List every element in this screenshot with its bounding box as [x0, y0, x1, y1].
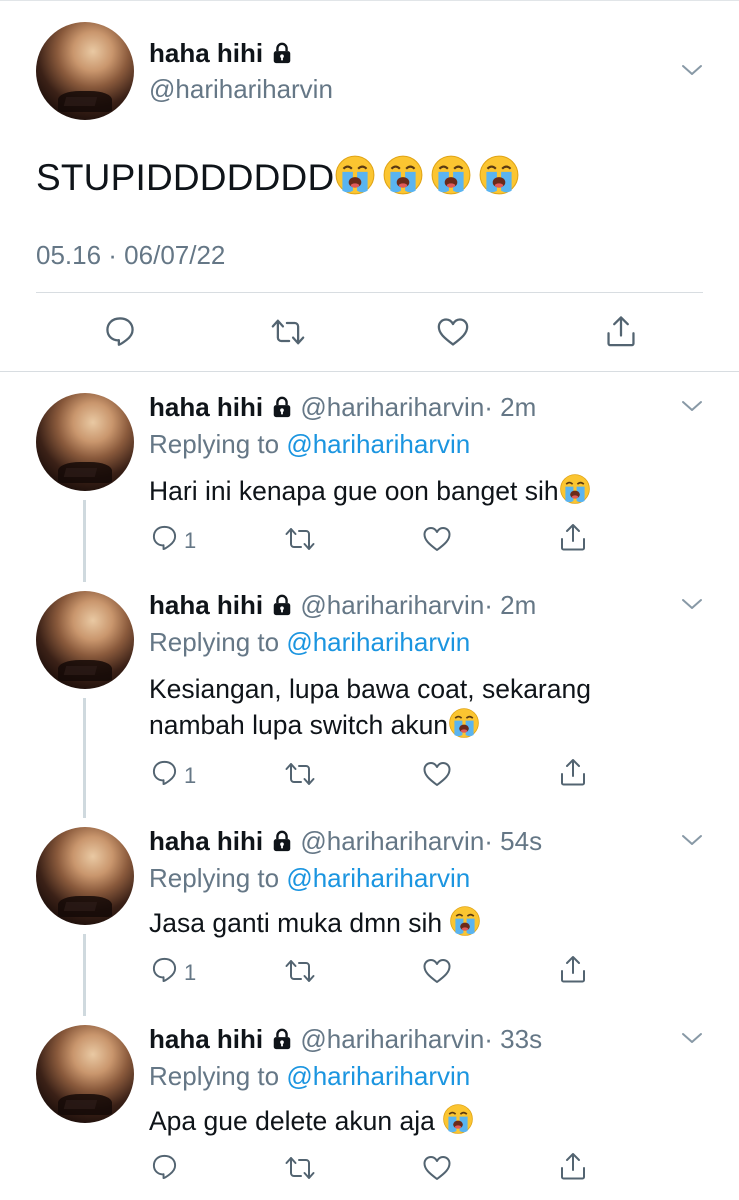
chevron-down-icon[interactable] — [680, 828, 704, 852]
reply-text: Kesiangan, lupa bawa coat, sekarang namb… — [149, 671, 591, 748]
mention-link[interactable]: @harihariharvin — [286, 1061, 470, 1091]
avatar[interactable] — [36, 393, 134, 491]
share-icon[interactable] — [559, 954, 587, 984]
reply-icon[interactable] — [151, 956, 178, 983]
reply-text-line: nambah lupa switch akun — [149, 710, 449, 740]
author-name[interactable]: haha hihi — [149, 38, 293, 71]
divider — [36, 292, 703, 293]
share-icon[interactable] — [559, 522, 587, 552]
replying-to: Replying to @harihariharvin — [149, 627, 471, 657]
reply-count: 1 — [184, 960, 197, 985]
replying-to: Replying to @harihariharvin — [149, 863, 471, 893]
crying-emoji — [442, 1103, 474, 1144]
avatar[interactable] — [36, 827, 134, 925]
chevron-down-icon[interactable] — [680, 58, 704, 82]
avatar[interactable] — [36, 22, 134, 120]
avatar[interactable] — [36, 591, 134, 689]
replying-to: Replying to @harihariharvin — [149, 429, 471, 459]
reply-header[interactable]: haha hihi @harihariharvin· 33s — [149, 1024, 542, 1057]
lock-icon — [271, 40, 293, 71]
tweet-timestamp[interactable]: 05.16 · 06/07/22 — [36, 240, 225, 271]
lock-icon — [271, 394, 293, 425]
crying-emoji — [478, 154, 520, 205]
lock-icon — [271, 828, 293, 859]
crying-emoji — [382, 154, 424, 205]
thread-line — [83, 500, 86, 582]
retweet-icon[interactable] — [270, 316, 306, 348]
reply-icon[interactable] — [151, 1153, 178, 1180]
share-icon[interactable] — [605, 314, 637, 348]
like-icon[interactable] — [422, 760, 452, 788]
like-icon[interactable] — [422, 525, 452, 553]
like-icon[interactable] — [422, 957, 452, 985]
reply-time: · 2m — [484, 392, 537, 422]
reply-count: 1 — [184, 528, 197, 553]
author-handle[interactable]: @harihariharvin — [149, 74, 333, 105]
reply-icon[interactable] — [151, 759, 178, 786]
retweet-icon[interactable] — [284, 760, 316, 788]
reply-header[interactable]: haha hihi @harihariharvin· 2m — [149, 392, 536, 425]
reply-icon[interactable] — [104, 315, 136, 347]
lock-icon — [271, 592, 293, 623]
reply-handle: @harihariharvin — [300, 590, 485, 620]
retweet-icon[interactable] — [284, 525, 316, 553]
tweet-text: STUPIDDDDDDD — [36, 154, 520, 205]
reply-count: 1 — [184, 763, 197, 788]
mention-link[interactable]: @harihariharvin — [286, 429, 470, 459]
reply-header[interactable]: haha hihi @harihariharvin· 2m — [149, 590, 536, 623]
lock-icon — [271, 1026, 293, 1057]
top-border — [0, 0, 739, 1]
reply-icon[interactable] — [151, 524, 178, 551]
reply-handle: @harihariharvin — [300, 392, 485, 422]
crying-emoji — [448, 707, 480, 748]
chevron-down-icon[interactable] — [680, 1026, 704, 1050]
retweet-icon[interactable] — [284, 957, 316, 985]
mention-link[interactable]: @harihariharvin — [286, 627, 470, 657]
reply-handle: @harihariharvin — [300, 1024, 485, 1054]
reply-time: · 33s — [484, 1024, 543, 1054]
reply-text: Hari ini kenapa gue oon banget sih — [149, 473, 591, 514]
chevron-down-icon[interactable] — [680, 592, 704, 616]
reply-header[interactable]: haha hihi @harihariharvin· 54s — [149, 826, 542, 859]
reply-time: · 54s — [484, 826, 543, 856]
reply-text: Apa gue delete akun aja — [149, 1103, 474, 1144]
crying-emoji — [334, 154, 376, 205]
reply-text: Jasa ganti muka dmn sih — [149, 905, 481, 946]
chevron-down-icon[interactable] — [680, 394, 704, 418]
crying-emoji — [449, 905, 481, 946]
thread-line — [83, 934, 86, 1016]
crying-emoji — [559, 473, 591, 514]
share-icon[interactable] — [559, 1151, 587, 1181]
reply-handle: @harihariharvin — [300, 826, 485, 856]
mention-link[interactable]: @harihariharvin — [286, 863, 470, 893]
replying-to: Replying to @harihariharvin — [149, 1061, 471, 1091]
crying-emoji — [430, 154, 472, 205]
reply-time: · 2m — [484, 590, 537, 620]
thread-line — [83, 698, 86, 818]
share-icon[interactable] — [559, 757, 587, 787]
retweet-icon[interactable] — [284, 1154, 316, 1182]
like-icon[interactable] — [422, 1154, 452, 1182]
section-divider — [0, 371, 739, 372]
like-icon[interactable] — [436, 316, 470, 348]
reply-text-line: Kesiangan, lupa bawa coat, sekarang — [149, 674, 591, 704]
avatar[interactable] — [36, 1025, 134, 1123]
